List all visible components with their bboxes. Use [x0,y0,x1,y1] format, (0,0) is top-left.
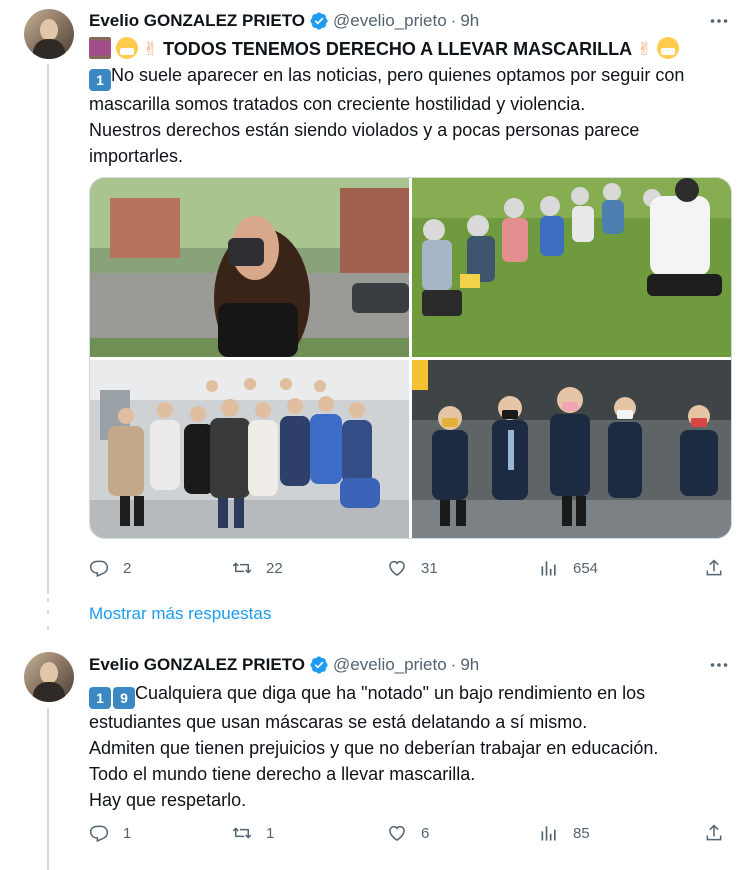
view-count: 654 [573,559,599,577]
verified-badge-icon [310,656,328,674]
author-name[interactable]: Evelio GONZALEZ PRIETO [89,655,305,675]
author-handle[interactable]: @evelio_prieto [333,11,447,31]
timestamp[interactable]: 9h [460,11,479,31]
text-line: Admiten que tienen prejuicios y que no d… [89,738,659,758]
text-line: Hay que respetarlo. [89,790,247,810]
victory-hand-emoji-icon: ✌ [143,39,159,59]
author-name[interactable]: Evelio GONZALEZ PRIETO [89,11,305,31]
text-line: 1 No suele aparecer en las noticias, pero… [89,62,739,91]
reply-count: 2 [123,559,132,577]
headline-line: ✌ TODOS TENEMOS DERECHO A LLEVAR MASCARI… [89,36,739,62]
media-image-medical-staff[interactable] [90,360,409,538]
share-icon [706,824,722,841]
show-more-replies-link[interactable]: Mostrar más respuestas [89,604,271,624]
mask-face-emoji-icon [657,37,680,59]
tweet-actions: 1 1 6 85 [89,822,732,844]
verified-badge-icon [310,12,328,30]
text-line: Nuestros derechos están siendo violados … [89,120,640,140]
retweet-count: 22 [266,559,283,577]
reply-button[interactable]: 2 [89,557,131,579]
like-count: 31 [421,559,438,577]
heart-icon [389,560,405,576]
thread-spool-emoji-icon [89,37,111,59]
media-grid[interactable] [89,177,732,539]
retweet-button[interactable]: 22 [232,557,283,579]
text-line: mascarilla somos tratados con creciente … [89,94,586,114]
like-button[interactable]: 6 [387,822,429,844]
tweet[interactable]: Evelio GONZALEZ PRIETO @evelio_prieto · … [0,0,754,600]
views-chart-icon [541,561,556,576]
views-chart-icon [541,826,556,841]
thread-dots [47,598,49,642]
avatar[interactable] [24,652,74,702]
views-button[interactable]: 85 [539,822,590,844]
like-count: 6 [421,824,430,842]
retweet-button[interactable]: 1 [232,822,274,844]
tweet-actions: 2 22 31 654 [89,557,732,579]
retweet-icon [232,562,252,574]
headline: TODOS TENEMOS DERECHO A LLEVAR MASCARILL… [163,39,633,59]
mask-face-emoji-icon [116,37,139,59]
tweet-text: ✌ TODOS TENEMOS DERECHO A LLEVAR MASCARI… [89,36,739,169]
media-image-woman-mask[interactable] [90,178,409,357]
keycap-one-icon: 1 [89,687,111,709]
timestamp[interactable]: 9h [460,655,479,675]
retweet-icon [232,827,252,839]
media-image-children-walking[interactable] [412,360,731,538]
more-options-icon[interactable] [708,654,730,676]
separator: · [450,655,457,674]
more-options-icon[interactable] [708,10,730,32]
tweet-text: 1 9 Cualquiera que diga que ha "notado" un… [89,680,739,813]
keycap-nine-icon: 9 [113,687,135,709]
separator: · [450,11,457,30]
reply-button[interactable]: 1 [89,822,131,844]
tweet-header: Evelio GONZALEZ PRIETO @evelio_prieto · … [89,10,479,32]
reply-icon [89,560,109,578]
retweet-count: 1 [266,824,275,842]
share-button[interactable] [704,557,724,579]
avatar[interactable] [24,9,74,59]
text-line: importarles. [89,146,184,166]
tweet[interactable]: Evelio GONZALEZ PRIETO @evelio_prieto · … [0,644,754,870]
like-button[interactable]: 31 [387,557,438,579]
text-line: estudiantes que usan máscaras se está de… [89,712,588,732]
media-image-children-grass[interactable] [412,178,731,357]
keycap-one-icon: 1 [89,69,111,91]
heart-icon [389,825,405,841]
share-button[interactable] [704,822,724,844]
tweet-header: Evelio GONZALEZ PRIETO @evelio_prieto · … [89,654,479,676]
text-line: Todo el mundo tiene derecho a llevar mas… [89,764,476,784]
reply-icon [89,825,109,843]
victory-hand-emoji-icon: ✌ [637,39,653,59]
view-count: 85 [573,824,590,842]
author-handle[interactable]: @evelio_prieto [333,655,447,675]
text-line: 1 9 Cualquiera que diga que ha "notado" un… [89,680,739,709]
views-button[interactable]: 654 [539,557,598,579]
reply-count: 1 [123,824,132,842]
share-icon [706,559,722,576]
